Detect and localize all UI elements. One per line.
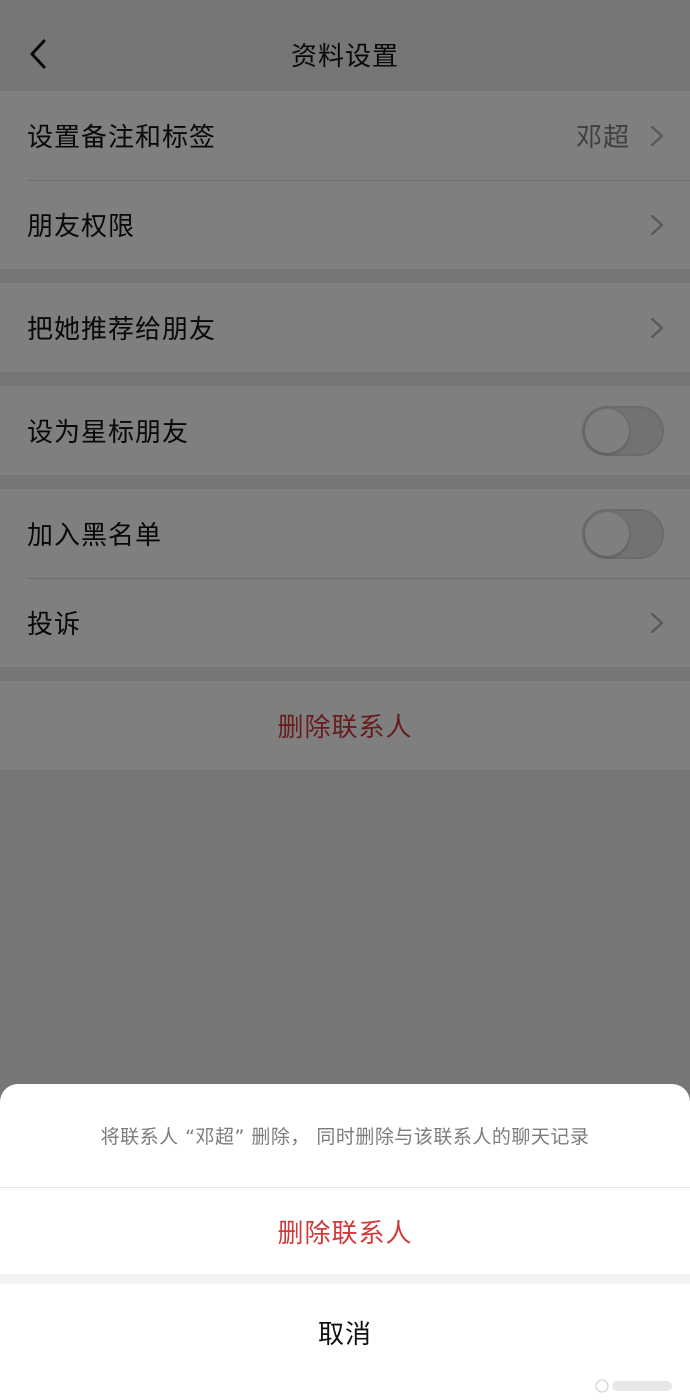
watermark-logo (595, 1379, 672, 1393)
action-sheet-divider (0, 1274, 690, 1284)
cancel-button[interactable]: 取消 (0, 1284, 690, 1380)
confirm-delete-button[interactable]: 删除联系人 (0, 1188, 690, 1274)
action-sheet-description: 将联系人 “邓超” 删除， 同时删除与该联系人的聊天记录 (0, 1084, 690, 1188)
action-sheet: 将联系人 “邓超” 删除， 同时删除与该联系人的聊天记录 删除联系人 取消 (0, 1084, 690, 1400)
